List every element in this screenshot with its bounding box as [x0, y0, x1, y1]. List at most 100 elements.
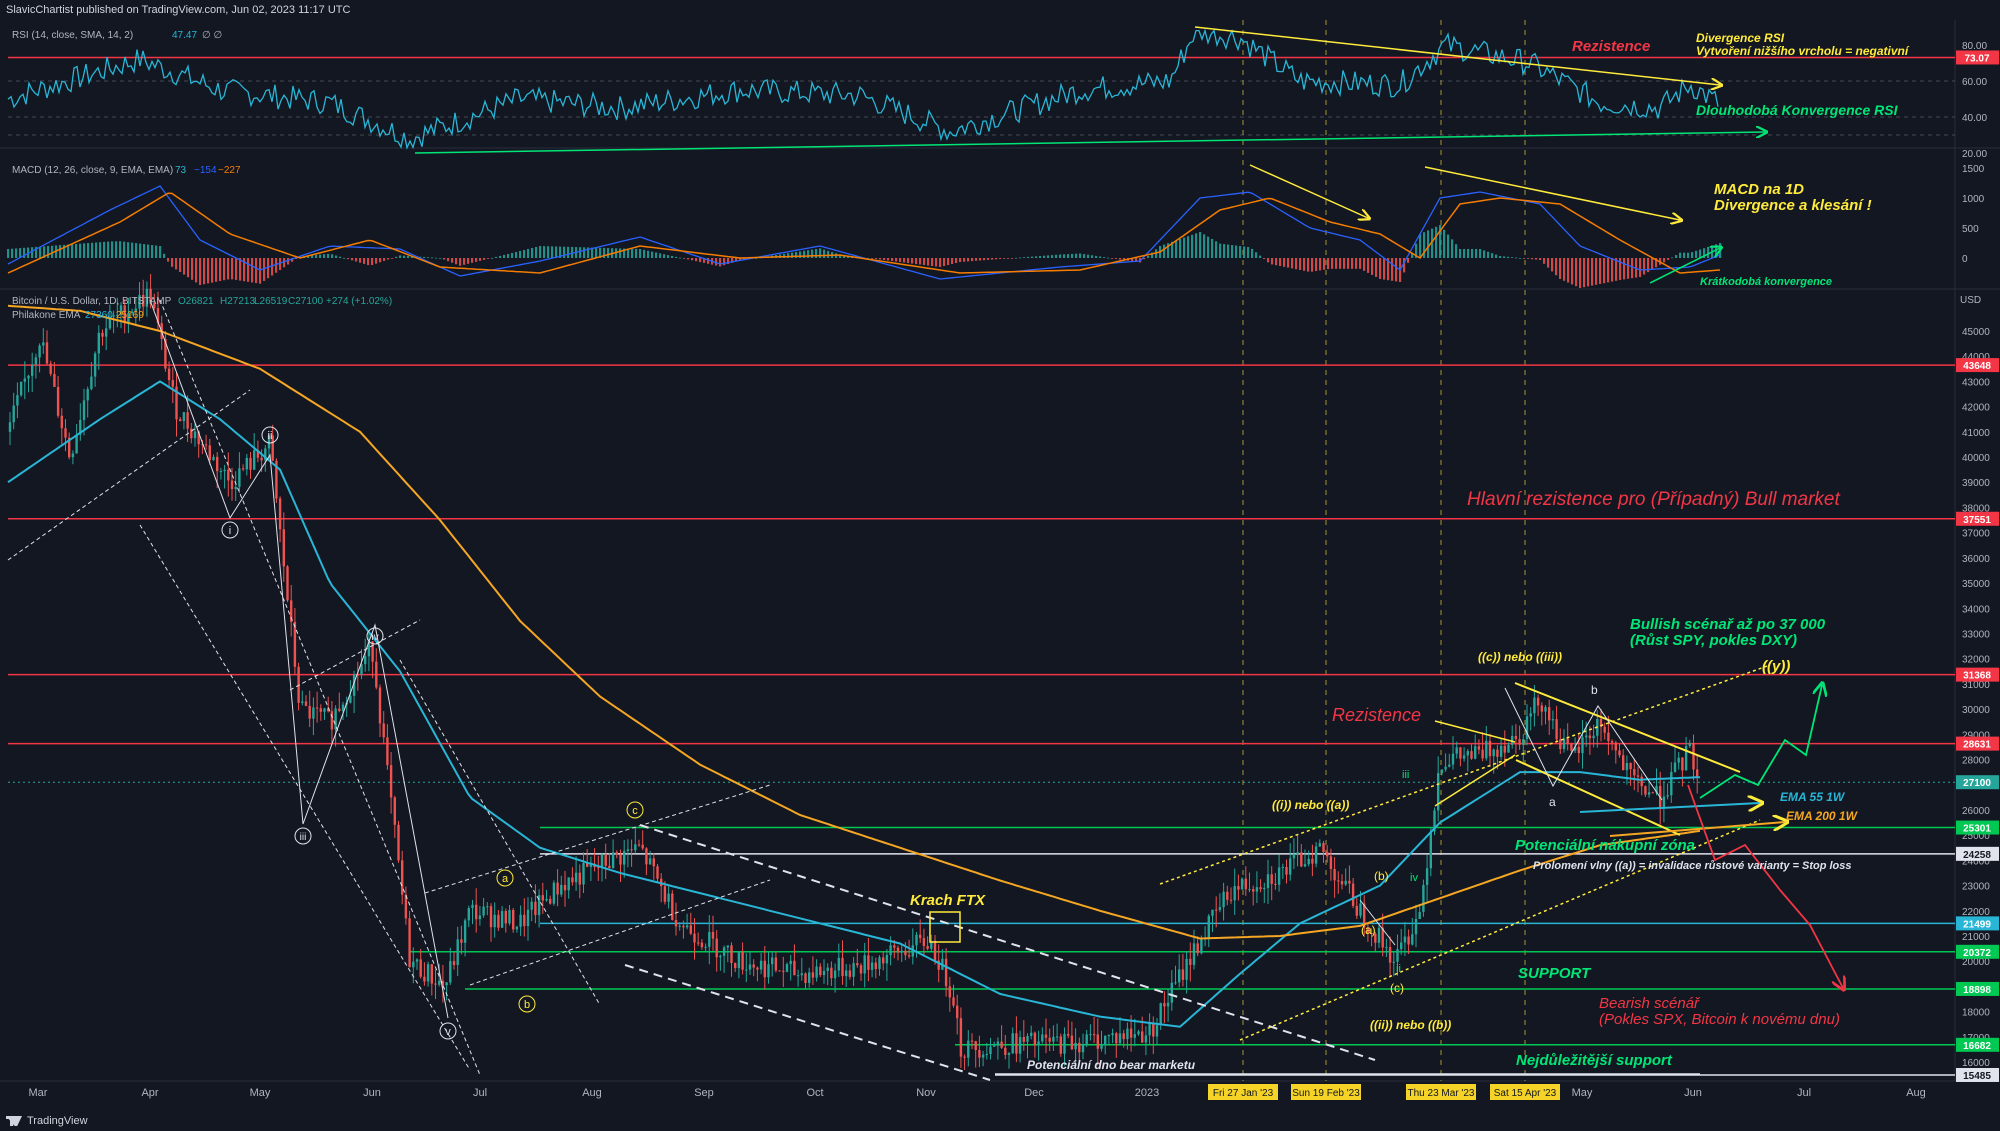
macd-histogram-bar [795, 252, 798, 258]
svg-text:i: i [229, 525, 231, 537]
macd-divergence-trendline-2 [1424, 166, 1680, 220]
price-tick-12: 33000 [1962, 629, 1990, 640]
candle-body [1200, 939, 1203, 954]
candle-body [1174, 982, 1177, 984]
candle-body [885, 954, 889, 964]
impulse-channel-outer [139, 524, 471, 1071]
macd-histogram-bar [1319, 258, 1322, 271]
candle-body [71, 453, 75, 458]
candle-body [523, 914, 526, 927]
time-axis-label-5: Aug [582, 1087, 602, 1099]
candlestick-series[interactable] [8, 273, 1699, 1070]
candle-body [31, 364, 34, 376]
macd-histogram-bar [1359, 258, 1362, 269]
macd-histogram-bar [1255, 252, 1258, 258]
macd-histogram-bar [955, 258, 958, 263]
macd-histogram-bar [131, 242, 134, 258]
candle-body [689, 925, 692, 934]
macd-short-conv: Krátkodobá konvergence [1700, 276, 1832, 288]
rsi-pane[interactable] [7, 28, 1955, 150]
candle-body [1385, 947, 1388, 949]
macd-histogram-bar [259, 258, 262, 284]
macd-pane[interactable] [7, 185, 1722, 288]
macd-histogram-bar [819, 248, 822, 258]
candle-body [1496, 749, 1499, 757]
ema-55-line [7, 380, 1701, 1028]
candle-body [1222, 891, 1225, 908]
macd-histogram-bar [187, 258, 190, 278]
candle-body [1318, 843, 1321, 847]
macd-histogram-bar [1259, 255, 1262, 258]
candle-body [1148, 1023, 1151, 1036]
macd-histogram-bar [899, 258, 902, 262]
candle-body [253, 450, 256, 470]
macd-histogram-bar [563, 246, 566, 258]
macd-histogram-bar [395, 256, 398, 258]
candle-body [1240, 878, 1244, 890]
macd-histogram-bar [995, 258, 998, 260]
macd-histogram-bar [695, 258, 698, 262]
macd-histogram-bar [327, 253, 330, 258]
candle-body [648, 858, 652, 865]
time-axis-label-6: Sep [694, 1087, 714, 1099]
macd-histogram-bar [1119, 258, 1122, 260]
candle-body [822, 970, 826, 976]
candle-body [460, 939, 463, 943]
macd-histogram-bar [1467, 249, 1470, 258]
macd-histogram-bar [219, 258, 222, 281]
price-legend-o: O26821 [178, 296, 214, 307]
macd-histogram-bar [1695, 250, 1698, 258]
candle-body [19, 381, 23, 396]
price-tick-0: 45000 [1962, 327, 1990, 338]
macd-histogram-bar [1503, 256, 1506, 258]
macd-histogram-bar [127, 242, 130, 258]
macd-histogram-bar [1571, 258, 1574, 285]
candle-body [630, 849, 633, 851]
candle-body [1137, 1031, 1140, 1035]
macd-histogram-bar [1083, 254, 1086, 258]
candle-body [1681, 757, 1684, 771]
price-tick-3: 42000 [1962, 403, 1990, 414]
level-label-28631: 28631 [1963, 740, 1991, 751]
candle-body [1037, 1041, 1040, 1046]
candle-body [804, 973, 807, 983]
macd-histogram-bar [407, 255, 410, 258]
macd-histogram-bar [1483, 250, 1486, 258]
macd-histogram-bar [815, 249, 818, 258]
candle-body [1015, 1033, 1018, 1054]
date-marker-label-4: Sat 15 Apr '23 [1494, 1088, 1557, 1099]
chart-canvas[interactable]: Fri 27 Jan '23 Sun 19 Feb '23 Thu 23 Mar '… [0, 0, 2000, 1131]
candle-body [1692, 743, 1695, 770]
candle-body [23, 378, 26, 382]
candle-body [408, 918, 411, 968]
time-axis-label-7: Oct [806, 1087, 823, 1099]
candle-body [1322, 843, 1325, 853]
macd-histogram-bar [687, 258, 690, 260]
candle-body [430, 964, 433, 984]
date-marker-label-1: Fri 27 Jan '23 [1213, 1088, 1274, 1099]
wave-label-small-iv: iv [1410, 872, 1418, 884]
macd-histogram-bar [1671, 257, 1674, 259]
macd-histogram-bar [1235, 245, 1238, 258]
candle-body [1477, 746, 1481, 750]
candle-body [882, 957, 885, 964]
candle-body [1185, 958, 1188, 980]
price-legend-h: H27213 [220, 296, 255, 307]
macd-histogram-bar [331, 254, 334, 258]
macd-histogram-bar [1663, 258, 1666, 263]
candle-body [1610, 741, 1614, 743]
macd-histogram-bar [1379, 258, 1382, 279]
macd-histogram-bar [1567, 258, 1570, 283]
rsi-line [7, 28, 1719, 150]
candle-body [1488, 740, 1492, 757]
candle-body [1400, 942, 1403, 950]
macd-histogram-bar [927, 258, 930, 266]
macd-histogram-bar [323, 254, 326, 258]
candle-body [1192, 943, 1196, 965]
candle-body [685, 925, 689, 928]
candle-body [497, 914, 500, 928]
macd-histogram-bar [39, 246, 42, 258]
tradingview-logo-icon [6, 1116, 22, 1126]
candle-body [1359, 903, 1362, 916]
candle-body [967, 1040, 970, 1058]
